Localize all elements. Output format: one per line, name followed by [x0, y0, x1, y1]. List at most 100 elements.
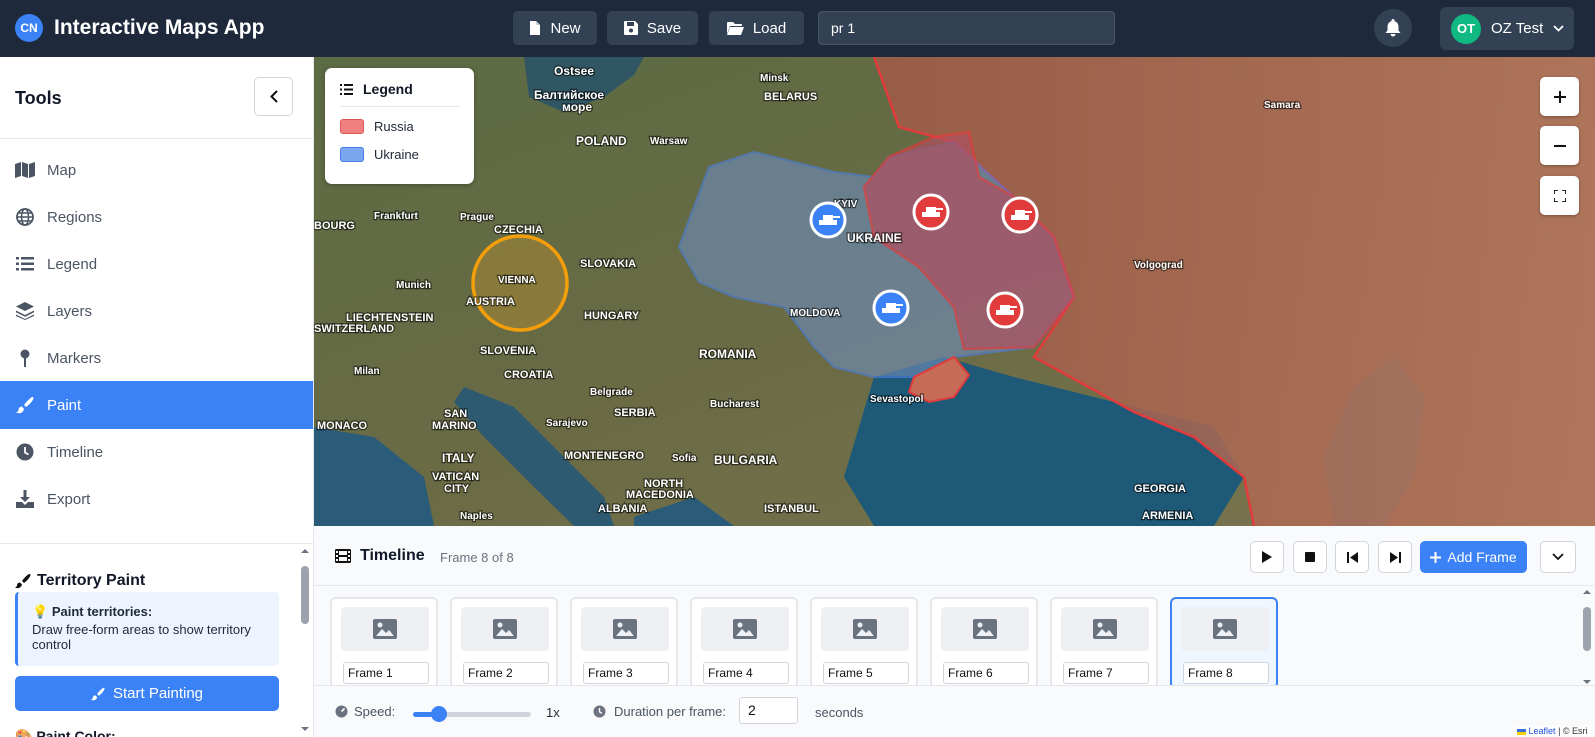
timeline-frame[interactable]: Frame 1 [330, 597, 438, 685]
brush-icon [15, 395, 35, 415]
frame-name-input[interactable]: Frame 1 [343, 662, 429, 684]
zoom-out-button[interactable] [1540, 126, 1579, 165]
leaflet-link[interactable]: Leaflet [1529, 726, 1556, 736]
map-label: ARMENIA [1142, 510, 1193, 522]
timeline-frame[interactable]: Frame 5 [810, 597, 918, 685]
timeline-frame[interactable]: Frame 2 [450, 597, 558, 685]
timeline-frame[interactable]: Frame 4 [690, 597, 798, 685]
sidebar-title: Tools [15, 88, 62, 108]
panel-scrollbar[interactable] [300, 548, 310, 734]
map-label: Warsaw [650, 136, 688, 147]
add-frame-button[interactable]: Add Frame [1420, 541, 1527, 573]
sidebar-item-label: Paint [47, 396, 82, 414]
stop-button[interactable] [1293, 541, 1327, 573]
scrollbar-thumb[interactable] [301, 566, 309, 624]
duration-unit: seconds [815, 705, 864, 720]
map-label: Volgograd [1134, 260, 1183, 271]
save-button[interactable]: Save [607, 11, 698, 45]
previous-frame-button[interactable] [1335, 541, 1369, 573]
user-menu[interactable]: OT OZ Test [1440, 7, 1574, 50]
map-label: Sarajevo [546, 418, 588, 429]
sidebar-item-markers[interactable]: Markers [0, 334, 313, 382]
map-label: BOURG [314, 220, 355, 232]
sidebar-item-legend[interactable]: Legend [0, 240, 313, 288]
load-button[interactable]: Load [709, 11, 804, 45]
chevron-left-icon [269, 90, 278, 103]
panel-title: Territory Paint [15, 572, 145, 590]
image-placeholder-icon [701, 607, 789, 651]
russia-unit-marker[interactable] [912, 193, 950, 231]
map-label: SERBIA [614, 407, 656, 419]
duration-input[interactable]: 2 [739, 697, 798, 724]
map-attribution: Leaflet | © Esri [1514, 726, 1591, 736]
map-label: VATICAN [432, 471, 479, 483]
frame-name-input[interactable]: Frame 5 [823, 662, 909, 684]
map-label: Milan [354, 366, 380, 377]
notifications-button[interactable] [1374, 9, 1412, 47]
russia-unit-marker[interactable] [986, 291, 1024, 329]
brand[interactable]: CN Interactive Maps App [15, 14, 264, 42]
map-label: BELARUS [764, 91, 817, 103]
sidebar-item-map[interactable]: Map [0, 146, 313, 194]
timeline-frame[interactable]: Frame 7 [1050, 597, 1158, 685]
fullscreen-button[interactable] [1540, 176, 1579, 215]
next-frame-button[interactable] [1378, 541, 1412, 573]
timeline-frame[interactable]: Frame 3 [570, 597, 678, 685]
ukraine-unit-marker[interactable] [872, 289, 910, 327]
project-name-input[interactable] [818, 11, 1115, 45]
slider-knob[interactable] [430, 706, 447, 722]
ukraine-unit-marker[interactable] [809, 201, 847, 239]
plus-icon [1553, 90, 1566, 103]
chevron-down-icon [1552, 553, 1564, 561]
brush-icon [90, 687, 105, 700]
collapse-timeline-button[interactable] [1540, 541, 1576, 573]
speed-slider[interactable] [413, 706, 531, 722]
image-placeholder-icon [341, 607, 429, 651]
russia-unit-marker[interactable] [1001, 196, 1039, 234]
map-imagery[interactable]: Ostsee Балтийское море Minsk BELARUS POL… [314, 57, 1595, 526]
map-label: UKRAINE [847, 231, 902, 245]
sidebar-item-paint[interactable]: Paint [0, 381, 313, 429]
map-label: ISTANBUL [764, 503, 819, 515]
map-label: MARINO [432, 420, 477, 432]
plus-icon [1430, 551, 1442, 563]
palette-icon: 🎨 [15, 728, 33, 737]
collapse-sidebar-button[interactable] [254, 77, 293, 116]
frame-name-input[interactable]: Frame 8 [1183, 662, 1269, 684]
map-label: CZECHIA [494, 224, 543, 236]
speed-label: Speed: [335, 704, 395, 719]
zoom-in-button[interactable] [1540, 77, 1579, 116]
file-icon [530, 21, 541, 35]
scrollbar-thumb[interactable] [1583, 607, 1591, 651]
frame-name-input[interactable]: Frame 6 [943, 662, 1029, 684]
start-painting-button[interactable]: Start Painting [15, 676, 279, 711]
map-label: Frankfurt [374, 211, 419, 222]
new-button[interactable]: New [513, 11, 597, 45]
map-icon [15, 160, 35, 180]
map-label: Naples [460, 511, 493, 522]
timeline-frame[interactable]: Frame 8 [1170, 597, 1278, 685]
sidebar-item-timeline[interactable]: Timeline [0, 428, 313, 476]
frame-name-input[interactable]: Frame 7 [1063, 662, 1149, 684]
timeline-frame[interactable]: Frame 6 [930, 597, 1038, 685]
frame-name-input[interactable]: Frame 3 [583, 662, 669, 684]
bell-icon [1385, 19, 1401, 37]
map-label: Munich [396, 280, 431, 291]
map-label: HUNGARY [584, 310, 640, 322]
scroll-up-icon [1583, 590, 1591, 594]
expand-icon [1553, 189, 1566, 202]
frames-scrollbar[interactable] [1582, 589, 1592, 685]
map-canvas[interactable]: Ostsee Балтийское море Minsk BELARUS POL… [314, 57, 1595, 526]
sidebar-item-regions[interactable]: Regions [0, 193, 313, 241]
timeline-panel: Timeline Frame 8 of 8 Add Frame Frame 1F… [314, 526, 1595, 737]
frame-name-input[interactable]: Frame 4 [703, 662, 789, 684]
sidebar-item-label: Layers [47, 302, 93, 320]
sidebar-item-export[interactable]: Export [0, 475, 313, 523]
sidebar-item-layers[interactable]: Layers [0, 287, 313, 335]
scroll-up-icon [301, 549, 309, 553]
layers-icon [15, 301, 35, 321]
floppy-icon [623, 21, 638, 35]
map-label: Bucharest [710, 399, 760, 410]
frame-name-input[interactable]: Frame 2 [463, 662, 549, 684]
play-button[interactable] [1250, 541, 1284, 573]
